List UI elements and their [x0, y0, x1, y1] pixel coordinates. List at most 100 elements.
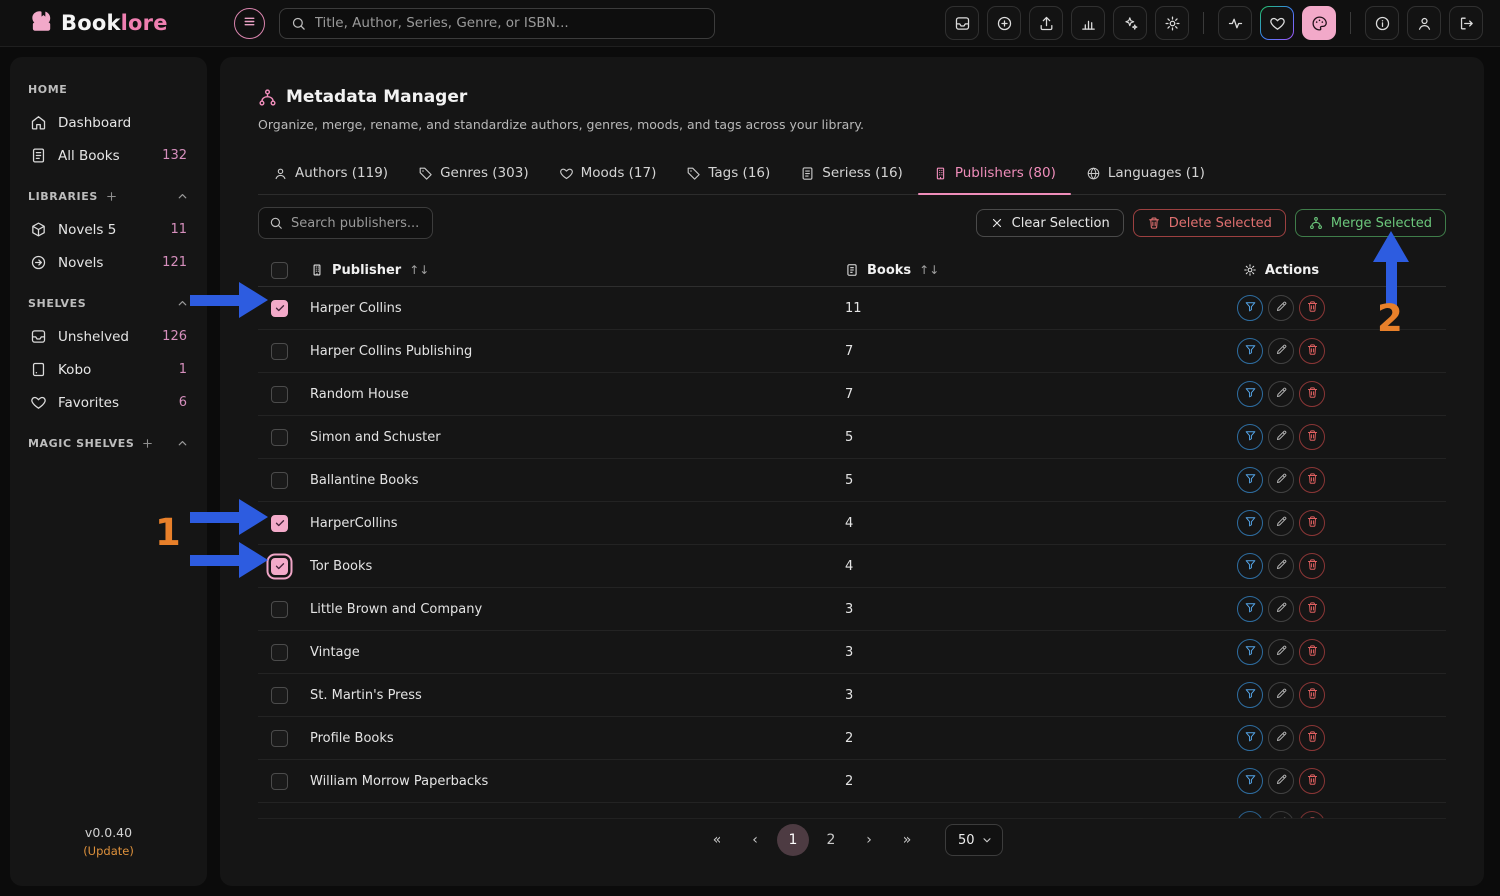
heart-button[interactable]	[1260, 6, 1294, 40]
sidebar-item-all-books[interactable]: All Books132	[24, 139, 193, 172]
filter-button[interactable]	[1237, 467, 1263, 493]
add-icon[interactable]	[105, 190, 118, 203]
sparkles-button[interactable]	[1113, 6, 1147, 40]
chevron-up-icon[interactable]	[176, 190, 189, 203]
books-column-header[interactable]: Books ↑↓	[845, 263, 1116, 278]
filter-button[interactable]	[1237, 768, 1263, 794]
filter-button[interactable]	[1237, 424, 1263, 450]
row-checkbox[interactable]	[271, 429, 288, 446]
edit-button[interactable]	[1268, 510, 1294, 536]
delete-button[interactable]	[1299, 811, 1325, 819]
row-checkbox[interactable]	[271, 687, 288, 704]
edit-button[interactable]	[1268, 381, 1294, 407]
next-page-button[interactable]: ›	[853, 824, 885, 856]
logout-button[interactable]	[1449, 6, 1483, 40]
tab-genres[interactable]: Genres (303)	[403, 154, 544, 194]
bar-chart-button[interactable]	[1071, 6, 1105, 40]
chevron-up-icon[interactable]	[176, 437, 189, 450]
last-page-button[interactable]: »	[891, 824, 923, 856]
edit-button[interactable]	[1268, 639, 1294, 665]
row-checkbox[interactable]	[271, 730, 288, 747]
delete-button[interactable]	[1299, 596, 1325, 622]
tab-seriess[interactable]: Seriess (16)	[785, 154, 918, 194]
row-checkbox[interactable]	[271, 773, 288, 790]
delete-selected-button[interactable]: Delete Selected	[1133, 209, 1286, 237]
filter-button[interactable]	[1237, 682, 1263, 708]
select-all-checkbox[interactable]	[271, 262, 288, 279]
edit-button[interactable]	[1268, 553, 1294, 579]
tab-moods[interactable]: Moods (17)	[544, 154, 672, 194]
row-checkbox[interactable]	[271, 515, 288, 532]
publisher-column-header[interactable]: Publisher ↑↓	[310, 263, 845, 278]
edit-button[interactable]	[1268, 682, 1294, 708]
sidebar-item-unshelved[interactable]: Unshelved126	[24, 320, 193, 353]
delete-button[interactable]	[1299, 768, 1325, 794]
filter-button[interactable]	[1237, 295, 1263, 321]
update-link[interactable]: (Update)	[10, 844, 207, 858]
delete-button[interactable]	[1299, 725, 1325, 751]
info-button[interactable]	[1365, 6, 1399, 40]
sidebar-item-kobo[interactable]: Kobo1	[24, 353, 193, 386]
edit-button[interactable]	[1268, 424, 1294, 450]
row-checkbox[interactable]	[271, 343, 288, 360]
first-page-button[interactable]: «	[701, 824, 733, 856]
delete-button[interactable]	[1299, 338, 1325, 364]
menu-button[interactable]	[234, 8, 265, 39]
tab-languages[interactable]: Languages (1)	[1071, 154, 1220, 194]
row-checkbox[interactable]	[271, 644, 288, 661]
filter-button[interactable]	[1237, 553, 1263, 579]
delete-button[interactable]	[1299, 381, 1325, 407]
filter-button[interactable]	[1237, 510, 1263, 536]
filter-button[interactable]	[1237, 338, 1263, 364]
edit-button[interactable]	[1268, 725, 1294, 751]
filter-button[interactable]	[1237, 725, 1263, 751]
page-size-select[interactable]: 50	[945, 824, 1003, 856]
filter-button[interactable]	[1237, 811, 1263, 819]
edit-button[interactable]	[1268, 467, 1294, 493]
plus-circle-button[interactable]	[987, 6, 1021, 40]
clear-selection-button[interactable]: Clear Selection	[976, 209, 1124, 237]
row-checkbox[interactable]	[271, 472, 288, 489]
row-checkbox[interactable]	[271, 300, 288, 317]
filter-button[interactable]	[1237, 639, 1263, 665]
tab-tags[interactable]: Tags (16)	[671, 154, 785, 194]
row-checkbox[interactable]	[271, 558, 288, 575]
add-icon[interactable]	[141, 437, 154, 450]
global-search-input[interactable]	[315, 15, 703, 31]
inbox-button[interactable]	[945, 6, 979, 40]
edit-button[interactable]	[1268, 338, 1294, 364]
edit-button[interactable]	[1268, 295, 1294, 321]
brand[interactable]: Booklore	[28, 8, 168, 38]
sidebar-item-novels-5[interactable]: Novels 511	[24, 213, 193, 246]
merge-selected-button[interactable]: Merge Selected	[1295, 209, 1446, 237]
edit-button[interactable]	[1268, 811, 1294, 819]
chevron-up-icon[interactable]	[176, 297, 189, 310]
gear-button[interactable]	[1155, 6, 1189, 40]
tab-publishers[interactable]: Publishers (80)	[918, 154, 1071, 194]
sidebar-item-dashboard[interactable]: Dashboard	[24, 106, 193, 139]
page-1-button[interactable]: 1	[777, 824, 809, 856]
edit-button[interactable]	[1268, 596, 1294, 622]
edit-button[interactable]	[1268, 768, 1294, 794]
tab-authors[interactable]: Authors (119)	[258, 154, 403, 194]
sidebar-item-favorites[interactable]: Favorites6	[24, 386, 193, 419]
filter-button[interactable]	[1237, 381, 1263, 407]
delete-button[interactable]	[1299, 639, 1325, 665]
delete-button[interactable]	[1299, 467, 1325, 493]
palette-button[interactable]	[1302, 6, 1336, 40]
upload-button[interactable]	[1029, 6, 1063, 40]
user-button[interactable]	[1407, 6, 1441, 40]
row-checkbox[interactable]	[271, 601, 288, 618]
row-checkbox[interactable]	[271, 386, 288, 403]
delete-button[interactable]	[1299, 553, 1325, 579]
sidebar-item-novels[interactable]: Novels121	[24, 246, 193, 279]
delete-button[interactable]	[1299, 510, 1325, 536]
delete-button[interactable]	[1299, 682, 1325, 708]
delete-button[interactable]	[1299, 295, 1325, 321]
filter-button[interactable]	[1237, 596, 1263, 622]
publisher-search-input[interactable]	[291, 216, 422, 231]
page-2-button[interactable]: 2	[815, 824, 847, 856]
activity-button[interactable]	[1218, 6, 1252, 40]
delete-button[interactable]	[1299, 424, 1325, 450]
previous-page-button[interactable]: ‹	[739, 824, 771, 856]
